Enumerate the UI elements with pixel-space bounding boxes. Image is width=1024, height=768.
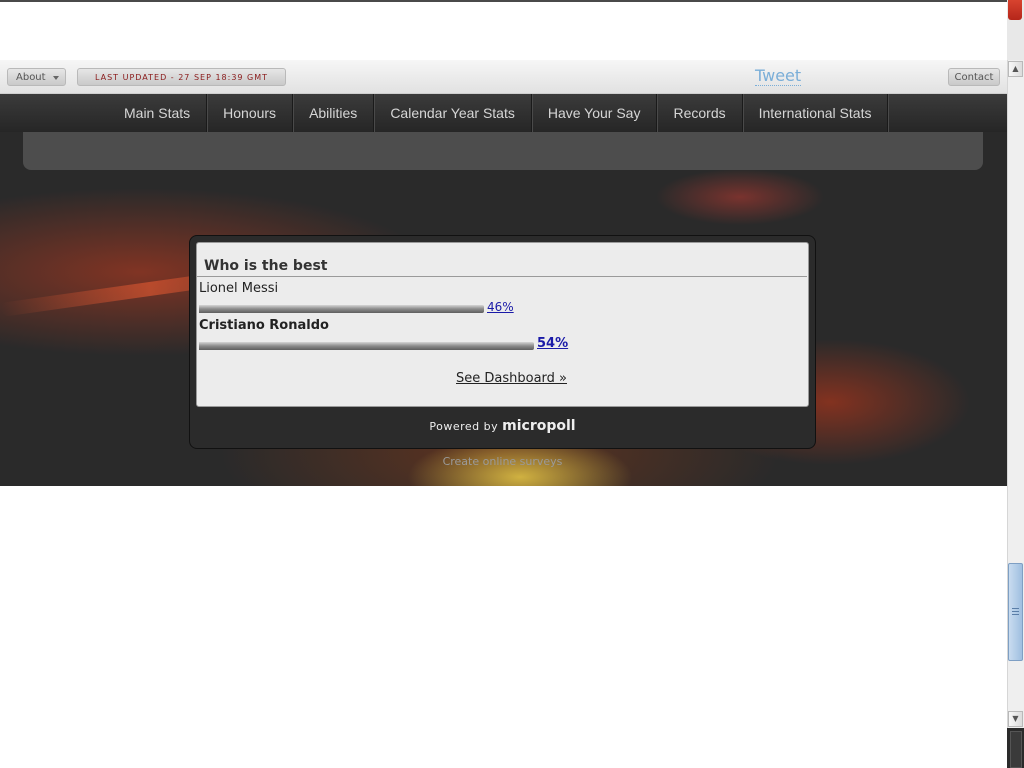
poll-divider <box>197 276 807 277</box>
main-nav: Main Stats Honours Abilities Calendar Ye… <box>0 94 1007 132</box>
nav-item-honours[interactable]: Honours <box>207 94 294 132</box>
content-panel-bottom <box>23 132 983 170</box>
tweet-button[interactable]: Tweet <box>755 67 802 86</box>
poll-option-label-messi: Lionel Messi <box>199 281 279 296</box>
micropoll-brand: micropoll <box>502 418 576 434</box>
grip-icon <box>1012 608 1019 609</box>
nav-item-main-stats[interactable]: Main Stats <box>108 94 208 132</box>
see-dashboard-link[interactable]: See Dashboard » <box>456 371 567 386</box>
site-toolbar: About LAST UPDATED - 27 SEP 18:39 GMT Tw… <box>0 60 1007 94</box>
powered-by-micropoll[interactable]: Powered by micropoll <box>189 418 816 434</box>
contact-button[interactable]: Contact <box>948 68 1000 86</box>
poll-result-bar-messi <box>199 305 484 313</box>
scrollbar-thumb[interactable] <box>1008 563 1023 661</box>
create-surveys-link[interactable]: Create online surveys <box>189 455 816 468</box>
caret-down-icon <box>53 76 59 80</box>
resize-handle[interactable] <box>1010 731 1022 768</box>
scroll-down-arrow-icon[interactable]: ▼ <box>1008 711 1023 727</box>
powered-by-prefix: Powered by <box>429 420 499 433</box>
browser-top-strip <box>0 0 1007 60</box>
nav-item-international-stats[interactable]: International Stats <box>743 94 889 132</box>
poll-option-label-ronaldo: Cristiano Ronaldo <box>199 318 329 333</box>
poll-percent-link-ronaldo[interactable]: 54% <box>537 336 568 351</box>
last-updated-badge: LAST UPDATED - 27 SEP 18:39 GMT <box>77 68 286 86</box>
nav-item-records[interactable]: Records <box>657 94 743 132</box>
nav-list: Main Stats Honours Abilities Calendar Ye… <box>108 94 889 132</box>
poll-result-bar-ronaldo <box>199 342 534 350</box>
scroll-up-arrow-icon[interactable]: ▲ <box>1008 61 1023 77</box>
nav-item-calendar-year-stats[interactable]: Calendar Year Stats <box>374 94 532 132</box>
poll-percent-link-messi[interactable]: 46% <box>487 300 514 314</box>
about-label: About <box>16 72 46 83</box>
about-dropdown-button[interactable]: About <box>7 68 66 86</box>
nav-item-have-your-say[interactable]: Have Your Say <box>532 94 658 132</box>
poll-title: Who is the best <box>204 258 328 274</box>
nav-item-abilities[interactable]: Abilities <box>293 94 375 132</box>
close-window-icon[interactable] <box>1008 0 1022 20</box>
